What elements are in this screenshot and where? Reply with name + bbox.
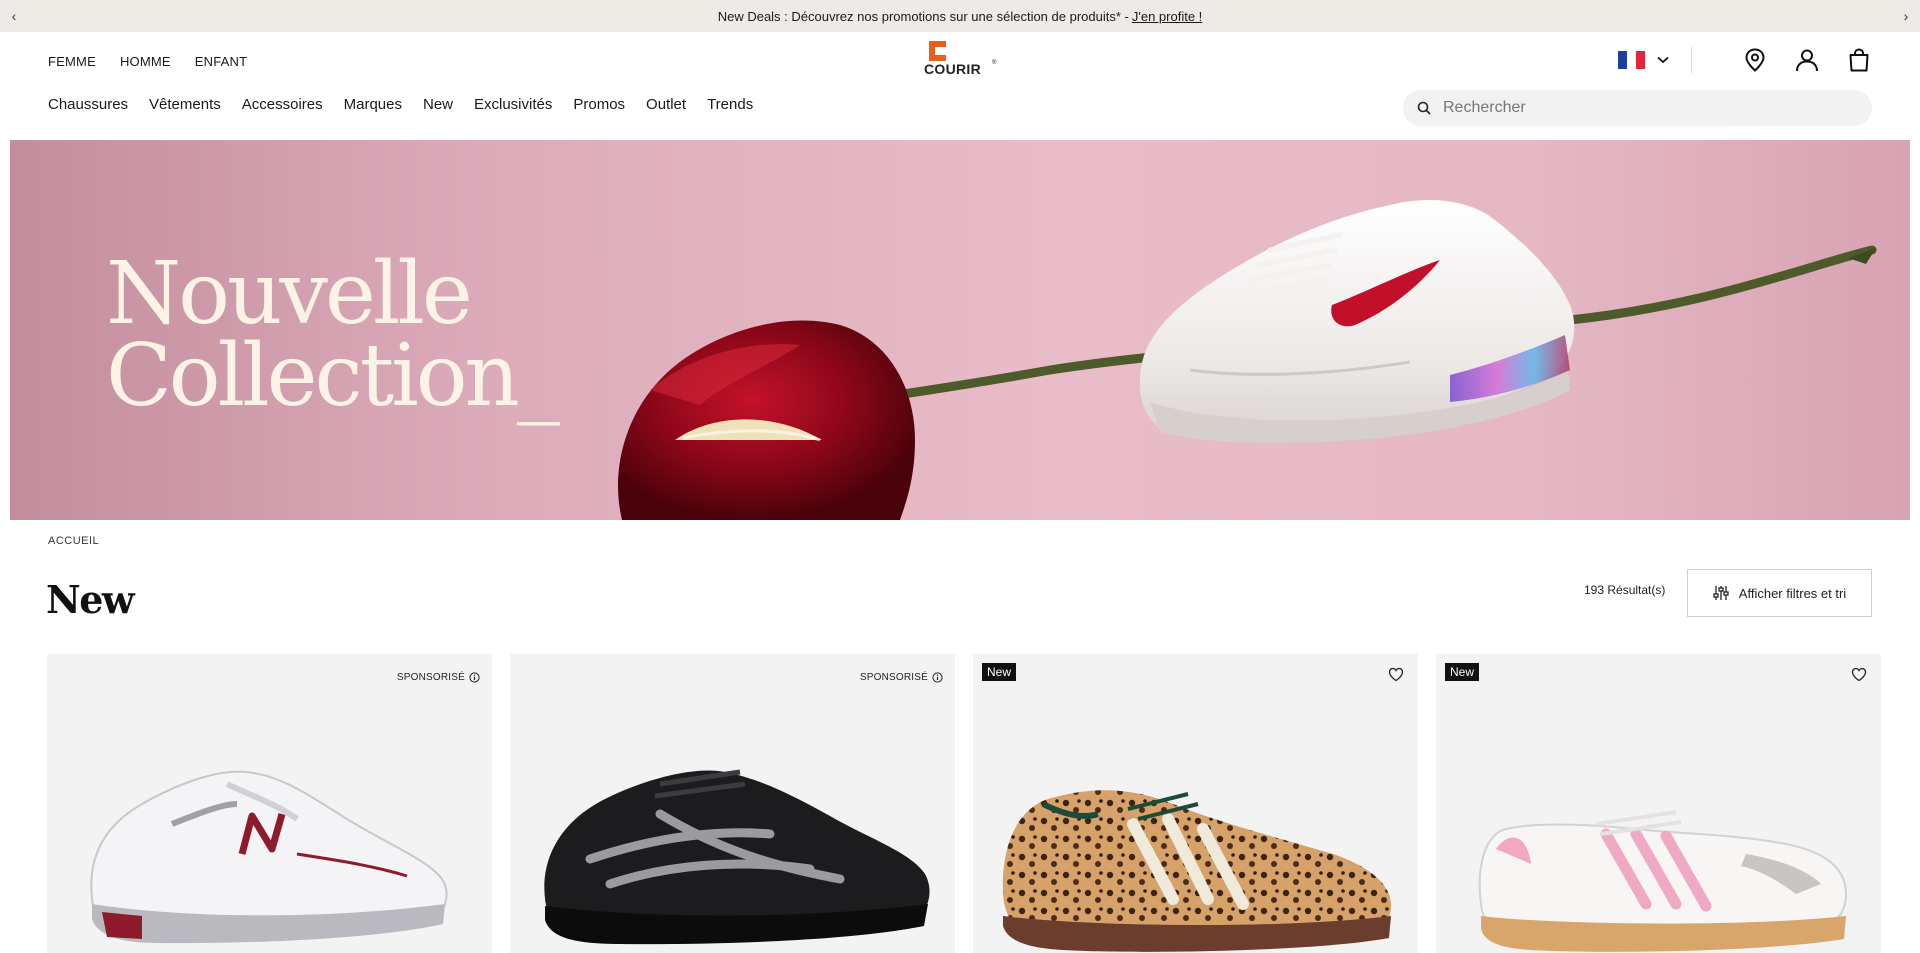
info-icon <box>469 672 480 683</box>
sponsored-label[interactable]: SPONSORISÉ <box>860 672 943 683</box>
nav-outlet[interactable]: Outlet <box>646 96 686 113</box>
gender-nav-enfant[interactable]: ENFANT <box>195 54 247 69</box>
product-card[interactable]: SPONSORISÉ <box>510 654 955 953</box>
nav-new[interactable]: New <box>423 96 453 113</box>
nav-promos[interactable]: Promos <box>573 96 625 113</box>
breadcrumb[interactable]: ACCUEIL <box>48 535 99 547</box>
filter-sort-button[interactable]: Afficher filtres et tri <box>1687 569 1872 617</box>
country-selector[interactable] <box>1618 51 1669 69</box>
store-locator-icon[interactable] <box>1742 47 1768 73</box>
product-card[interactable]: New <box>1436 654 1881 953</box>
main-nav: Chaussures Vêtements Accessoires Marques… <box>48 96 753 113</box>
new-badge: New <box>1445 663 1480 681</box>
account-icon[interactable] <box>1794 47 1820 73</box>
sponsored-text: SPONSORISÉ <box>396 672 465 683</box>
promo-link[interactable]: J'en profite ! <box>1132 9 1202 24</box>
sponsored-label[interactable]: SPONSORISÉ <box>397 672 480 683</box>
page-title: New <box>46 577 135 622</box>
hero-title: Nouvelle Collection_ <box>106 251 560 426</box>
filter-button-label: Afficher filtres et tri <box>1738 585 1847 601</box>
product-image-black-silver-sneaker <box>544 769 930 945</box>
france-flag-icon <box>1618 51 1645 69</box>
product-image-white-pink-sneaker <box>1478 810 1848 952</box>
header-divider <box>1691 47 1692 73</box>
nav-exclusivites[interactable]: Exclusivités <box>474 96 552 113</box>
promo-next-arrow[interactable]: › <box>1892 0 1920 32</box>
site-header: FEMME HOMME ENFANT COURIR ® Chaussures V… <box>0 32 1920 140</box>
product-image-white-red-sneaker <box>90 770 448 944</box>
courir-logo[interactable]: COURIR ® <box>924 41 996 77</box>
filter-sliders-icon <box>1713 586 1729 600</box>
product-card[interactable]: New <box>973 654 1418 953</box>
nav-marques[interactable]: Marques <box>344 96 402 113</box>
new-badge: New <box>982 663 1017 681</box>
nav-chaussures[interactable]: Chaussures <box>48 96 128 113</box>
product-grid: SPONSORISÉ SPONSORISÉ New New <box>47 654 1882 953</box>
logo-registered-mark: ® <box>992 60 997 66</box>
courir-c-logo-icon <box>929 41 946 61</box>
search-input[interactable] <box>1443 99 1843 117</box>
promo-text: New Deals : Découvrez nos promotions sur… <box>717 8 1129 24</box>
chevron-down-icon <box>1657 56 1669 64</box>
promo-prev-arrow[interactable]: ‹ <box>0 0 28 32</box>
gender-nav-homme[interactable]: HOMME <box>120 54 171 69</box>
wishlist-heart-icon[interactable] <box>1849 664 1869 684</box>
product-image-leopard-sneaker <box>1002 790 1392 952</box>
search-bar[interactable] <box>1403 90 1872 126</box>
nav-accessoires[interactable]: Accessoires <box>242 96 323 113</box>
gender-nav-femme[interactable]: FEMME <box>48 54 96 69</box>
wishlist-heart-icon[interactable] <box>1386 664 1406 684</box>
results-count: 193 Résultat(s) <box>1584 583 1666 597</box>
hero-banner[interactable]: Nouvelle Collection_ <box>10 140 1910 520</box>
nav-trends[interactable]: Trends <box>707 96 753 113</box>
promo-bar: ‹ New Deals : Découvrez nos promotions s… <box>0 0 1920 32</box>
info-icon <box>932 672 943 683</box>
sponsored-text: SPONSORISÉ <box>859 672 928 683</box>
logo-wordmark: COURIR <box>924 61 982 77</box>
hero-title-line2: Collection_ <box>106 326 560 426</box>
product-card[interactable]: SPONSORISÉ <box>47 654 492 953</box>
bag-icon[interactable] <box>1846 47 1872 73</box>
search-icon <box>1417 101 1431 115</box>
nav-vetements[interactable]: Vêtements <box>149 96 221 113</box>
header-tools <box>1618 42 1872 78</box>
gender-nav: FEMME HOMME ENFANT <box>48 54 247 69</box>
